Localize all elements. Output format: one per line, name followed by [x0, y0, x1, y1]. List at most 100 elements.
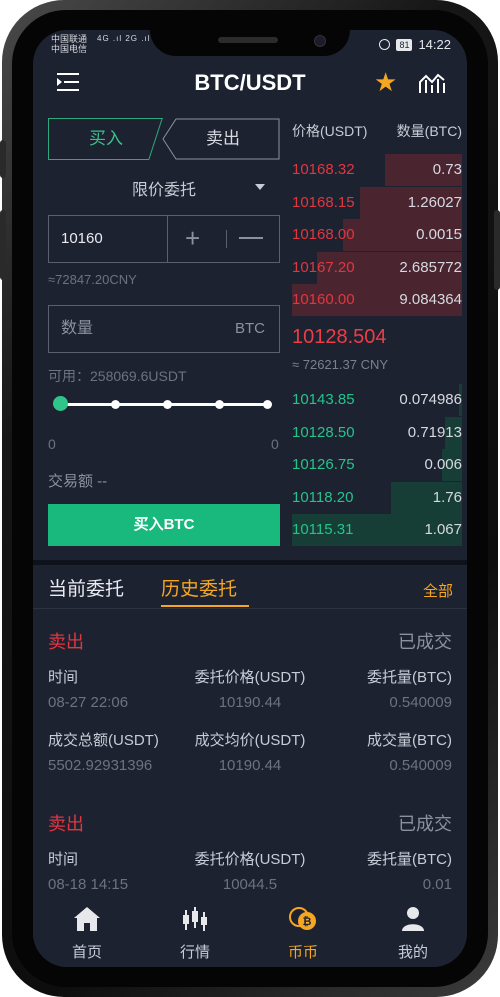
- user-icon: [402, 907, 424, 931]
- ask-row[interactable]: 10167.20 2.685772: [292, 251, 462, 284]
- sell-tab-label: 卖出: [206, 129, 240, 148]
- pair-title[interactable]: BTC/USDT: [33, 70, 467, 96]
- star-icon[interactable]: ★: [374, 68, 397, 96]
- plus-icon[interactable]: +: [185, 216, 200, 260]
- slider-step[interactable]: [111, 400, 120, 409]
- quantity-field[interactable]: 数量 BTC: [48, 305, 280, 353]
- signal-icon: 4G .ıl 2G .ıl: [97, 34, 151, 43]
- order-card[interactable]: 卖出 已成交 时间 委托价格(USDT) 委托量(BTC) 08-18 14:1…: [48, 810, 452, 900]
- app-screen: 中国联通 中国电信 4G .ıl 2G .ıl 81 14:22 BTC/USD…: [33, 30, 467, 967]
- order-value: 10190.44: [218, 757, 282, 774]
- buy-button[interactable]: 买入BTC: [48, 504, 280, 546]
- buy-sell-toggle: 买入 卖出: [48, 118, 280, 160]
- ask-row[interactable]: 10160.00 9.084364: [292, 284, 462, 316]
- order-label: 时间: [48, 851, 79, 868]
- phone-side-button: [0, 210, 6, 280]
- order-type-select[interactable]: 限价委托: [48, 176, 280, 200]
- active-tab-indicator: [161, 605, 249, 607]
- carrier-2: 中国电信: [51, 44, 88, 54]
- order-label: 时间: [48, 669, 79, 686]
- all-orders-link[interactable]: 全部: [423, 580, 453, 601]
- bid-row[interactable]: 10143.85 0.074986: [292, 384, 462, 416]
- candlestick-icon: [183, 907, 207, 931]
- slider-step[interactable]: [215, 400, 224, 409]
- tab-coin-exchange[interactable]: ₿ 币币: [263, 905, 343, 962]
- chevron-down-icon[interactable]: [255, 184, 265, 190]
- tab-home-label: 首页: [71, 944, 102, 961]
- slider-step[interactable]: [263, 400, 272, 409]
- order-side: 卖出: [48, 814, 84, 834]
- order-value: 5502.92931396: [48, 757, 153, 774]
- order-status: 已成交: [398, 814, 452, 834]
- quantity-unit: BTC: [235, 320, 265, 337]
- chart-icon[interactable]: [419, 72, 445, 94]
- order-label: 成交总额(USDT): [48, 732, 159, 749]
- order-label: 委托量(BTC): [367, 851, 452, 868]
- ask-price: 10167.20: [292, 258, 355, 276]
- price-cny-estimate: ≈72847.20CNY: [48, 272, 137, 287]
- order-value: 08-18 14:15: [48, 876, 129, 893]
- ask-price: 10168.15: [292, 193, 355, 211]
- bid-price: 10118.20: [292, 488, 354, 506]
- price-input[interactable]: 10160: [61, 216, 103, 262]
- svg-text:₿: ₿: [303, 915, 312, 928]
- bid-quantity: 0.006: [424, 456, 462, 473]
- bid-price: 10143.85: [292, 391, 355, 408]
- price-field[interactable]: 10160 +: [48, 215, 280, 263]
- order-value: 08-27 22:06: [48, 694, 129, 711]
- front-camera: [314, 35, 326, 47]
- slider-max-label: 0: [271, 436, 279, 452]
- section-separator: [33, 560, 467, 565]
- minus-icon[interactable]: [239, 237, 263, 239]
- bid-row[interactable]: 10118.20 1.76: [292, 481, 462, 514]
- carrier-info: 中国联通 中国电信: [51, 34, 87, 54]
- bid-quantity: 1.067: [424, 521, 462, 538]
- order-card[interactable]: 卖出 已成交 时间 委托价格(USDT) 委托量(BTC) 08-27 22:0…: [48, 628, 452, 778]
- slider-thumb[interactable]: [53, 396, 68, 411]
- bid-quantity: 1.76: [432, 488, 462, 506]
- carrier-1: 中国联通: [51, 34, 88, 44]
- order-label: 委托价格(USDT): [194, 851, 306, 868]
- bid-quantity: 0.074986: [399, 391, 462, 408]
- bottom-tab-bar: 首页 行情 ₿ 币币 我的: [33, 893, 467, 967]
- ask-quantity: 0.73: [432, 161, 462, 178]
- clock: 14:22: [418, 37, 451, 52]
- tab-coin-exchange-label: 币币: [287, 944, 318, 961]
- phone-side-button: [494, 210, 500, 290]
- tab-market[interactable]: 行情: [155, 905, 235, 962]
- phone-mockup: 中国联通 中国电信 4G .ıl 2G .ıl 81 14:22 BTC/USD…: [0, 0, 500, 997]
- tab-home[interactable]: 首页: [47, 905, 127, 962]
- available-balance: 可用：258069.6USDT: [48, 368, 187, 384]
- tab-history-orders[interactable]: 历史委托: [161, 574, 237, 601]
- ask-row[interactable]: 10168.32 0.73: [292, 154, 462, 186]
- order-status: 已成交: [398, 632, 452, 652]
- bid-row[interactable]: 10115.31 1.067: [292, 514, 462, 546]
- bid-row[interactable]: 10126.75 0.006: [292, 449, 462, 481]
- bid-price: 10115.31: [292, 521, 354, 538]
- tab-current-orders[interactable]: 当前委托: [48, 574, 124, 601]
- slider-step[interactable]: [163, 400, 172, 409]
- ask-quantity: 1.26027: [407, 193, 462, 211]
- order-value: 0.540009: [389, 757, 452, 774]
- tab-profile-label: 我的: [397, 944, 428, 961]
- top-bar: BTC/USDT ★: [33, 64, 467, 104]
- camera-notch: [150, 30, 350, 56]
- sell-tab[interactable]: 卖出: [166, 118, 280, 160]
- status-right: 81 14:22: [379, 37, 451, 52]
- slider-min-label: 0: [48, 436, 56, 452]
- ask-price: 10168.00: [292, 226, 355, 243]
- bid-row[interactable]: 10128.50 0.71913: [292, 416, 462, 449]
- price-header: 价格(USDT): [292, 123, 368, 139]
- percent-slider[interactable]: [53, 396, 272, 412]
- quantity-input[interactable]: 数量: [61, 306, 93, 352]
- ask-row[interactable]: 10168.00 0.0015: [292, 219, 462, 251]
- order-value: 0.540009: [389, 694, 452, 711]
- order-value: 10044.5: [222, 876, 278, 893]
- order-side: 卖出: [48, 632, 84, 652]
- tab-profile[interactable]: 我的: [373, 905, 453, 962]
- ask-quantity: 9.084364: [399, 291, 462, 308]
- order-value: 10190.44: [218, 694, 282, 711]
- ask-row[interactable]: 10168.15 1.26027: [292, 186, 462, 219]
- last-price-cny: ≈ 72621.37 CNY: [292, 357, 389, 372]
- ask-price: 10160.00: [292, 291, 355, 308]
